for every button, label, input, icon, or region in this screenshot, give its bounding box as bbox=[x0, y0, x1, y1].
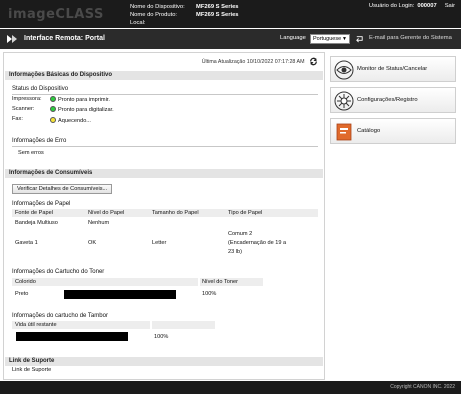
basic-info-header: Informações Básicas do Dispositivo bbox=[5, 71, 323, 80]
gear-icon bbox=[334, 91, 354, 111]
toner-col-level: Nível do Toner bbox=[202, 279, 238, 285]
brand-logo: imageCLASS bbox=[8, 7, 104, 22]
login-info: Usuário do Login: 000007 Sair bbox=[369, 3, 455, 9]
paper-col-type: Tipo de Papel bbox=[228, 210, 263, 216]
paper-row-type-line: Comum 2 bbox=[228, 231, 253, 237]
last-update-row: Última Atualização 10/10/2022 07:17:28 A… bbox=[202, 57, 318, 66]
login-user-value: 000007 bbox=[417, 3, 437, 9]
toner-info-title: Informações do Cartucho do Toner bbox=[12, 269, 105, 275]
divider bbox=[12, 94, 318, 95]
paper-row-source: Gaveta 1 bbox=[15, 240, 38, 246]
device-status-title: Status do Dispositivo bbox=[12, 86, 69, 92]
toner-table-header bbox=[12, 278, 198, 286]
divider bbox=[12, 146, 318, 147]
scanner-status: Pronto para digitalizar. bbox=[50, 106, 114, 113]
consumables-header: Informações de Consumíveis bbox=[5, 169, 323, 178]
status-monitor-label: Monitor de Status/Cancelar bbox=[357, 66, 428, 72]
paper-row-level: Nenhum bbox=[88, 220, 110, 226]
settings-registration-label: Configurações/Registro bbox=[357, 97, 418, 103]
printer-status: Pronto para imprimir. bbox=[50, 96, 110, 103]
status-ok-icon bbox=[50, 106, 56, 112]
copyright-text: Copyright CANON INC. 2022 bbox=[390, 384, 455, 390]
paper-row-source: Bandeja Multiuso bbox=[15, 220, 58, 226]
top-header: imageCLASS Nome do Dispositivo: MF269 S S… bbox=[0, 0, 461, 28]
device-name-value: MF269 S Series bbox=[196, 4, 239, 10]
toner-row-color: Preto bbox=[15, 291, 29, 297]
paper-col-level: Nível do Papel bbox=[88, 210, 125, 216]
refresh-icon[interactable] bbox=[309, 57, 318, 66]
language-select[interactable]: Portuguese ▼ bbox=[310, 34, 350, 44]
paper-col-size: Tamanho do Papel bbox=[152, 210, 199, 216]
error-info-title: Informações de Erro bbox=[12, 138, 67, 144]
catalog-button[interactable]: Catálogo bbox=[330, 118, 456, 144]
portal-logo-icon[interactable] bbox=[6, 33, 18, 45]
drum-table-header bbox=[152, 321, 215, 329]
paper-row-level: OK bbox=[88, 240, 97, 246]
logout-link[interactable]: Sair bbox=[445, 3, 455, 9]
mail-icon[interactable] bbox=[355, 34, 364, 43]
toner-level-bar bbox=[64, 290, 176, 299]
catalog-icon bbox=[336, 123, 352, 141]
product-name-value: MF269 S Series bbox=[196, 12, 239, 18]
login-user-label: Usuário do Login: bbox=[368, 3, 415, 9]
drum-level-bar bbox=[16, 332, 128, 341]
drum-info-title: Informações do cartucho de Tambor bbox=[12, 313, 108, 319]
paper-row-type-line: 23 lb) bbox=[228, 249, 242, 255]
toner-col-color: Colorido bbox=[15, 279, 36, 285]
device-info: Nome do Dispositivo: MF269 S Series Nome … bbox=[130, 3, 239, 27]
main-panel: Última Atualização 10/10/2022 07:17:28 A… bbox=[3, 52, 325, 380]
paper-info-title: Informações de Papel bbox=[12, 201, 71, 207]
paper-row-type-line: (Encadernação de 19 a bbox=[228, 240, 287, 246]
toner-row-level: 100% bbox=[202, 291, 217, 297]
status-ok-icon bbox=[50, 96, 56, 102]
drum-row-level: 100% bbox=[154, 334, 169, 340]
portal-nav-bar: Interface Remota: Portal Language Portug… bbox=[0, 29, 461, 49]
scanner-label: Scanner: bbox=[12, 106, 35, 112]
status-monitor-button[interactable]: Monitor de Status/Cancelar bbox=[330, 56, 456, 82]
paper-row-size: Letter bbox=[152, 240, 167, 246]
status-warming-icon bbox=[50, 117, 56, 123]
language-label: Language bbox=[280, 35, 306, 41]
portal-title: Interface Remota: Portal bbox=[24, 35, 105, 42]
support-header: Link de Suporte bbox=[5, 357, 323, 366]
settings-registration-button[interactable]: Configurações/Registro bbox=[330, 87, 456, 113]
eye-icon bbox=[334, 60, 354, 80]
check-consumables-button[interactable]: Verificar Detalhes de Consumíveis... bbox=[12, 184, 113, 194]
drum-col-life: Vida útil restante bbox=[15, 322, 57, 328]
footer: Copyright CANON INC. 2022 bbox=[0, 381, 461, 394]
location-label: Local: bbox=[130, 20, 146, 26]
email-admin-link[interactable]: E-mail para Gerente do Sistema bbox=[369, 35, 452, 41]
fax-status: Aquecendo... bbox=[50, 117, 91, 124]
catalog-label: Catálogo bbox=[357, 128, 381, 134]
product-name-label: Nome do Produto: bbox=[130, 12, 178, 18]
chevron-down-icon: ▼ bbox=[342, 36, 347, 42]
support-link[interactable]: Link de Suporte bbox=[12, 367, 51, 373]
last-update-text: Última Atualização 10/10/2022 07:17:28 A… bbox=[201, 58, 305, 65]
paper-col-source: Fonte de Papel bbox=[15, 210, 53, 216]
error-value: Sem erros bbox=[18, 150, 44, 156]
language-select-value: Portuguese bbox=[313, 36, 342, 42]
fax-label: Fax: bbox=[12, 116, 23, 122]
device-name-label: Nome do Dispositivo: bbox=[130, 4, 185, 10]
printer-label: Impressora: bbox=[12, 96, 42, 102]
